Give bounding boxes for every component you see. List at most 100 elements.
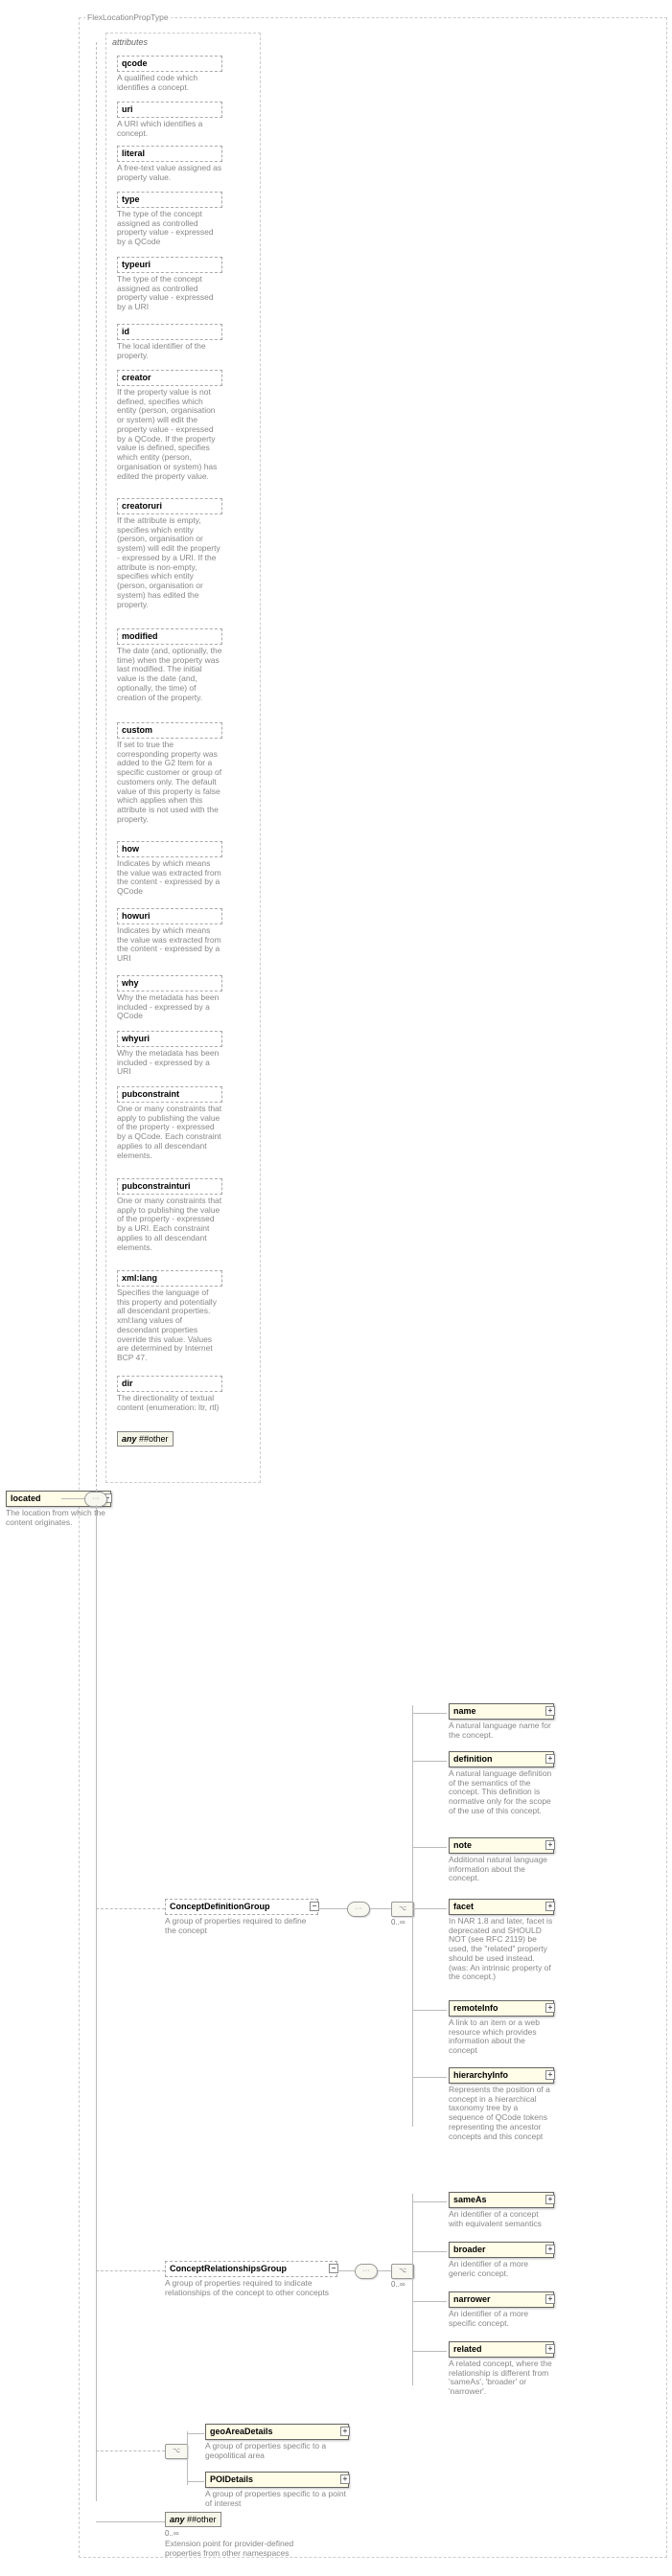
attr-desc: Indicates by which means the value was e… [117, 926, 222, 964]
child-narrower: narrower+ An identifier of a more specif… [449, 2291, 554, 2328]
attr-label: howuri [122, 911, 151, 921]
attr-label: pubconstrainturi [122, 1181, 191, 1191]
attr-label: modified [122, 631, 158, 641]
group-label: ConceptRelationshipsGroup [170, 2264, 287, 2273]
child-desc: In NAR 1.8 and later, facet is deprecate… [449, 1917, 554, 1982]
choice-icon: ⌥ [391, 2264, 414, 2279]
child-desc: An identifier of a concept with equivale… [449, 2210, 554, 2229]
child-poidetails: POIDetails+ A group of properties specif… [205, 2472, 349, 2508]
child-desc: A natural language name for the concept. [449, 1721, 554, 1741]
attr-label: pubconstraint [122, 1089, 179, 1099]
cardinality-label: 0..∞ [391, 2280, 406, 2289]
child-desc: A group of properties specific to a poin… [205, 2490, 349, 2509]
expand-icon: + [545, 2195, 555, 2204]
child-hierarchyinfo: hierarchyInfo + Represents the position o… [449, 2067, 554, 2141]
child-desc: An identifier of a more specific concept… [449, 2310, 554, 2329]
located-label: located [11, 1493, 41, 1503]
child-label: remoteInfo [453, 2003, 498, 2013]
attr-label: custom [122, 725, 152, 735]
attr-dir: dir The directionality of textual conten… [117, 1376, 222, 1412]
child-label: broader [453, 2245, 486, 2254]
attr-desc: A free-text value assigned as property v… [117, 164, 222, 183]
attr-custom: custom If set to true the corresponding … [117, 722, 222, 825]
attr-modified: modified The date (and, optionally, the … [117, 628, 222, 702]
child-label: note [453, 1840, 472, 1850]
attr-type: type The type of the concept assigned as… [117, 192, 222, 247]
child-desc: A related concept, where the relationshi… [449, 2359, 554, 2397]
expand-icon: + [545, 2344, 555, 2354]
attr-label: uri [122, 104, 133, 114]
attr-howuri: howuri Indicates by which means the valu… [117, 908, 222, 964]
child-desc: A natural language definition of the sem… [449, 1769, 554, 1816]
attr-label: creatoruri [122, 501, 162, 511]
choice-icon: ⌥ [391, 1902, 414, 1917]
sequence-icon: ··· [355, 2264, 378, 2279]
attr-desc: Why the metadata has been included - exp… [117, 993, 222, 1021]
cardinality-label: 0..∞ [165, 2529, 309, 2538]
attr-label: qcode [122, 58, 148, 68]
type-label: FlexLocationPropType [85, 12, 171, 22]
any-other-label: ##other [187, 2515, 217, 2524]
child-label: hierarchyInfo [453, 2070, 508, 2080]
attr-desc: Why the metadata has been included - exp… [117, 1049, 222, 1077]
attr-label: creator [122, 373, 151, 382]
attr-label: how [122, 844, 139, 854]
attr-label: why [122, 978, 139, 988]
child-remoteinfo: remoteInfo+ A link to an item or a web r… [449, 2000, 554, 2056]
child-label: related [453, 2344, 482, 2354]
attr-desc: One or many constraints that apply to pu… [117, 1105, 222, 1161]
expand-icon: + [340, 2474, 350, 2484]
attr-creatoruri: creatoruri If the attribute is empty, sp… [117, 498, 222, 609]
attr-pubconstraint: pubconstraint One or many constraints th… [117, 1086, 222, 1160]
choice-icon: ⌥ [165, 2444, 188, 2459]
attr-literal: literal A free-text value assigned as pr… [117, 146, 222, 182]
child-note: note+ Additional natural language inform… [449, 1837, 554, 1883]
group-conceptdefinition: ConceptDefinitionGroup − A group of prop… [165, 1899, 318, 1935]
child-related: related + A related concept, where the re… [449, 2341, 554, 2397]
child-any-other: any ##other 0..∞ Extension point for pro… [165, 2512, 309, 2559]
attr-typeuri: typeuri The type of the concept assigned… [117, 257, 222, 312]
attr-desc: A URI which identifies a concept. [117, 120, 222, 139]
attr-any-other: any ##other [117, 1431, 174, 1447]
any-other-label: ##other [139, 1434, 169, 1444]
attr-desc: A qualified code which identifies a conc… [117, 74, 222, 93]
child-definition: definition+ A natural language definitio… [449, 1751, 554, 1816]
child-name: name + A natural language name for the co… [449, 1703, 554, 1740]
child-label: facet [453, 1902, 474, 1911]
group-conceptrelationships: ConceptRelationshipsGroup − A group of p… [165, 2261, 337, 2297]
child-desc: A link to an item or a web resource whic… [449, 2018, 554, 2056]
cardinality-label: 0..∞ [391, 1918, 406, 1926]
attr-label: typeuri [122, 260, 151, 269]
child-label: sameAs [453, 2195, 487, 2204]
expand-icon: + [545, 2070, 555, 2080]
attr-qcode: qcode A qualified code which identifies … [117, 56, 222, 92]
child-sameas: sameAs + An identifier of a concept with … [449, 2192, 554, 2228]
attr-desc: If set to true the corresponding propert… [117, 741, 222, 825]
expand-icon: + [545, 1706, 555, 1716]
child-label: name [453, 1706, 476, 1716]
expand-icon: + [340, 2427, 350, 2436]
attr-desc: The date (and, optionally, the time) whe… [117, 647, 222, 703]
expand-icon: + [545, 1754, 555, 1764]
attr-desc: The directionality of textual content (e… [117, 1394, 222, 1413]
attr-whyuri: whyuri Why the metadata has been include… [117, 1031, 222, 1077]
child-desc: An identifier of a more generic concept. [449, 2260, 554, 2279]
attr-pubconstrainturi: pubconstrainturi One or many constraints… [117, 1178, 222, 1252]
any-keyword: any [170, 2515, 185, 2524]
attr-desc: Specifies the language of this property … [117, 1288, 222, 1363]
attr-desc: The type of the concept assigned as cont… [117, 275, 222, 312]
expand-icon: + [545, 2245, 555, 2254]
attr-how: how Indicates by which means the value w… [117, 841, 222, 897]
attr-uri: uri A URI which identifies a concept. [117, 102, 222, 138]
attr-why: why Why the metadata has been included -… [117, 975, 222, 1021]
attr-label: dir [122, 1379, 133, 1388]
attr-label: whyuri [122, 1034, 150, 1043]
expand-icon: + [545, 1840, 555, 1850]
attr-desc: If the attribute is empty, specifies whi… [117, 516, 222, 610]
sequence-icon: ··· [347, 1902, 370, 1917]
expand-icon: + [545, 1902, 555, 1911]
child-label: narrower [453, 2294, 491, 2304]
child-facet: facet + In NAR 1.8 and later, facet is de… [449, 1899, 554, 1982]
attr-id: id The local identifier of the property. [117, 324, 222, 360]
child-desc: Represents the position of a concept in … [449, 2086, 554, 2142]
